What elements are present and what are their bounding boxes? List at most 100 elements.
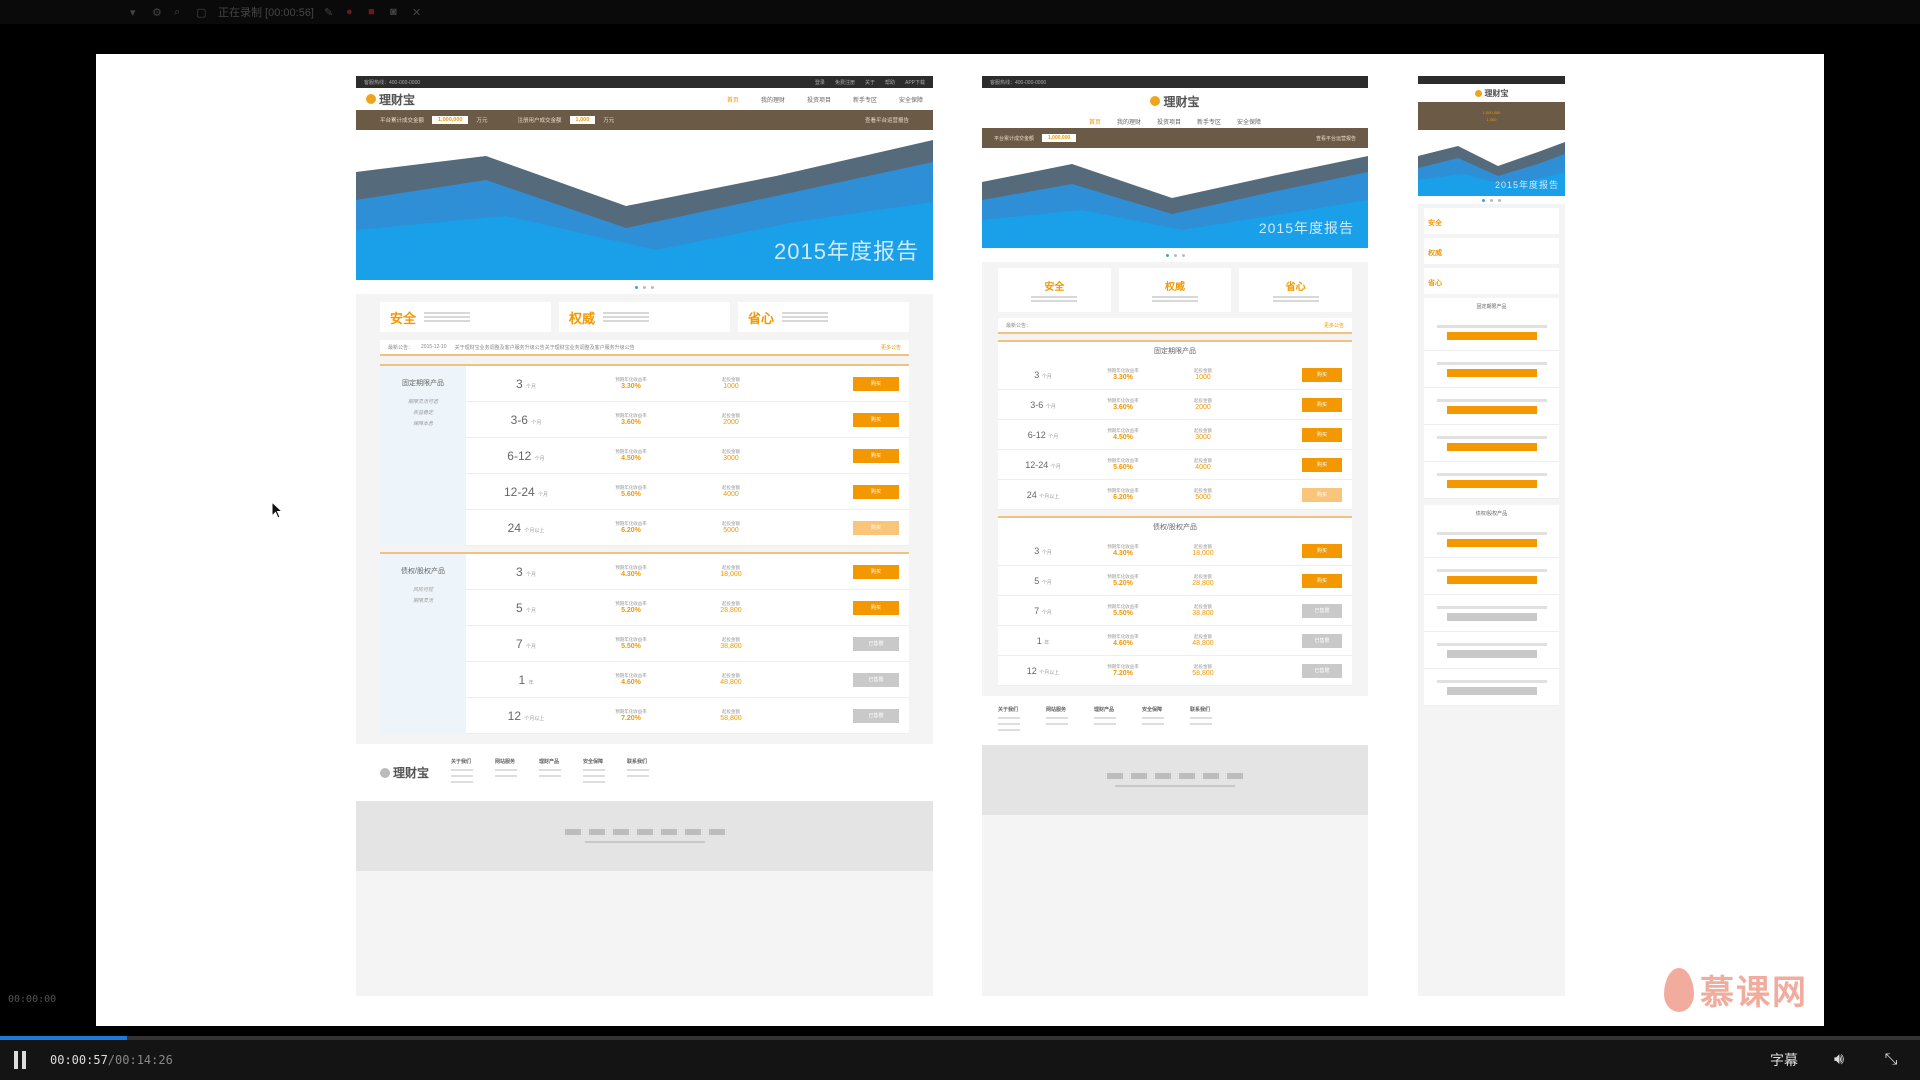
product-term: 1 年 — [1036, 635, 1050, 646]
nav-item: 投资项目 — [806, 97, 831, 104]
footer-heading: 理财产品 — [539, 759, 560, 765]
frame-icon[interactable]: ▢ — [196, 6, 208, 19]
feature-card: 权威 — [559, 302, 730, 332]
subtitles-button[interactable]: 字幕 — [1770, 1050, 1798, 1070]
product-term: 3 个月 — [1034, 545, 1052, 556]
nav-item: 投资项目 — [1156, 119, 1181, 126]
product-amount: 起投金额 28,800 — [1192, 574, 1214, 587]
volume-icon[interactable]: 🔊︎ — [1828, 1050, 1850, 1070]
coin-icon — [1474, 89, 1482, 97]
feature-title: 安全 — [390, 310, 417, 326]
product-amount: 起投金额 48,800 — [1192, 634, 1214, 647]
coin-icon — [366, 94, 376, 104]
feature-title: 省心 — [1285, 282, 1306, 293]
mini-product-row — [1424, 351, 1559, 388]
product-rate: 预期年化收益率 4.60% — [1107, 634, 1139, 647]
buy-button: 购买 — [853, 564, 899, 579]
recorder-toolbar: ▾ ⚙ ⌕ ▢ 正在录制 [00:00:56] ✎ ● ■ ◙ ✕ — [0, 0, 1920, 24]
product-row: 12-24 个月 预期年化收益率 5.60% 起投金额 4000 购买 — [998, 450, 1352, 480]
product-rate: 预期年化收益率 3.30% — [1107, 368, 1139, 381]
mini-buy-button — [1446, 538, 1537, 547]
buy-button: 购买 — [1302, 543, 1342, 558]
stat-value: 1,000,000 — [432, 116, 469, 124]
product-row: 7 个月 预期年化收益率 5.50% 起投金额 38,800 已售罄 — [998, 596, 1352, 626]
product-rows: 3 个月 预期年化收益率 3.30% 起投金额 1000 购买 3-6 个月 预期年化收益率 3… — [998, 360, 1352, 510]
feature-title: 省心 — [748, 310, 775, 326]
feature-card: 省心 — [738, 302, 909, 332]
product-term: 12-24 个月 — [503, 484, 549, 499]
fixed-product-section: 固定期限产品 期限灵活可选 收益稳定 保障本息 3 个月 预期年化收益率 3.30%… — [380, 364, 909, 546]
mockup-logo: 理财宝 — [1150, 93, 1200, 110]
top-link: 登录 — [814, 79, 825, 86]
copyright-band — [982, 745, 1368, 815]
recording-status: 正在录制 [00:00:56] — [218, 7, 314, 19]
product-term: 1 年 — [518, 672, 534, 687]
coin-icon — [380, 767, 390, 778]
product-term: 3 个月 — [1034, 369, 1052, 380]
mouse-cursor — [271, 500, 284, 525]
footer-col: 网站服务 — [495, 758, 518, 787]
nav-item: 新手专区 — [1197, 119, 1222, 126]
footer-heading: 安全保障 — [583, 759, 604, 765]
carousel-dots — [982, 248, 1368, 262]
section-title: 债权/股权产品 — [401, 568, 445, 575]
buy-button: 购买 — [853, 484, 899, 499]
feature-card: 省心 — [1239, 268, 1353, 312]
feature-card: 安全 — [998, 268, 1111, 312]
top-link: 关于 — [864, 79, 875, 86]
flame-icon — [1664, 967, 1694, 1012]
product-term: 12 个月以上 — [507, 708, 545, 723]
product-row: 3 个月 预期年化收益率 3.30% 起投金额 1000 购买 — [998, 360, 1352, 390]
stat-unit: 万元 — [603, 118, 615, 124]
product-term: 3 个月 — [515, 376, 537, 391]
notice-bar: 最新公告： 2015-12-10 关于理财宝业务调整及客户服务升级公告关于理财宝… — [380, 340, 909, 356]
product-rate: 预期年化收益率 3.60% — [1107, 398, 1139, 411]
footer-col: 网站服务 — [1046, 706, 1068, 735]
product-amount: 起投金额 38,800 — [720, 637, 742, 650]
product-row: 3 个月 预期年化收益率 4.30% 起投金额 18,000 购买 — [466, 554, 909, 590]
camera-icon[interactable]: ◙ — [390, 6, 402, 18]
footer-heading: 网站服务 — [495, 759, 516, 765]
product-rows: 3 个月 预期年化收益率 4.30% 起投金额 18,000 购买 5 个月 预期年化收益率 5… — [466, 554, 909, 734]
side-note: 保障本息 — [412, 421, 433, 427]
feature-title: 权威 — [1428, 250, 1442, 257]
product-rate: 预期年化收益率 4.50% — [615, 449, 647, 462]
stat-value: 1,000 — [569, 116, 596, 124]
settings-icon[interactable]: ⚙ — [152, 6, 164, 19]
side-note: 期限灵活 — [412, 598, 433, 604]
pen-icon[interactable]: ✎ — [324, 6, 336, 19]
footer-logo: 理财宝 — [380, 758, 429, 787]
time-display: 00:00:57/00:14:26 — [50, 1053, 173, 1067]
product-rate: 预期年化收益率 7.20% — [1107, 664, 1139, 677]
notice-date: 2015-12-10 — [421, 344, 447, 350]
notice-text: 关于理财宝业务调整及客户服务升级公告关于理财宝业务调整及客户服务升级公告 — [454, 344, 635, 351]
mockup-top-bar — [1418, 76, 1565, 84]
mini-buy-button — [1446, 331, 1537, 340]
product-row: 12 个月以上 预期年化收益率 7.20% 起投金额 58,800 已售罄 — [466, 698, 909, 734]
product-rate: 预期年化收益率 5.60% — [1107, 458, 1139, 471]
stats-strip: 平台累计成交金额 1,000,000 查看平台运营报告 — [982, 128, 1368, 148]
top-links: 登录 免费注册 关于 帮助 APP下载 — [815, 79, 925, 86]
product-term: 12-24 个月 — [1025, 459, 1061, 470]
mini-product-row — [1424, 595, 1559, 632]
product-rate: 预期年化收益率 5.20% — [615, 601, 647, 614]
stop-icon[interactable]: ■ — [368, 6, 380, 18]
mini-product-row — [1424, 558, 1559, 595]
record-icon[interactable]: ● — [346, 6, 358, 18]
mockup-header: 理财宝 — [1418, 84, 1565, 102]
buy-button: 购买 — [853, 448, 899, 463]
product-row: 6-12 个月 预期年化收益率 4.50% 起投金额 3000 购买 — [998, 420, 1352, 450]
close-icon[interactable]: ✕ — [412, 6, 424, 19]
product-amount: 起投金额 48,800 — [720, 673, 742, 686]
notice-more: 更多公告 — [1323, 322, 1344, 329]
fullscreen-exit-icon[interactable]: ⤡ — [1880, 1050, 1902, 1070]
search-icon[interactable]: ⌕ — [174, 6, 186, 18]
product-row: 7 个月 预期年化收益率 5.50% 起投金额 38,800 已售罄 — [466, 626, 909, 662]
product-amount: 起投金额 2000 — [1194, 398, 1212, 411]
mini-buy-button — [1446, 405, 1537, 414]
pause-button[interactable] — [14, 1051, 28, 1069]
footer-heading: 安全保障 — [1142, 707, 1163, 713]
chevron-down-icon[interactable]: ▾ — [130, 6, 142, 19]
section-side: 固定期限产品 期限灵活可选 收益稳定 保障本息 — [380, 366, 466, 546]
logo-text: 理财宝 — [1163, 94, 1200, 109]
